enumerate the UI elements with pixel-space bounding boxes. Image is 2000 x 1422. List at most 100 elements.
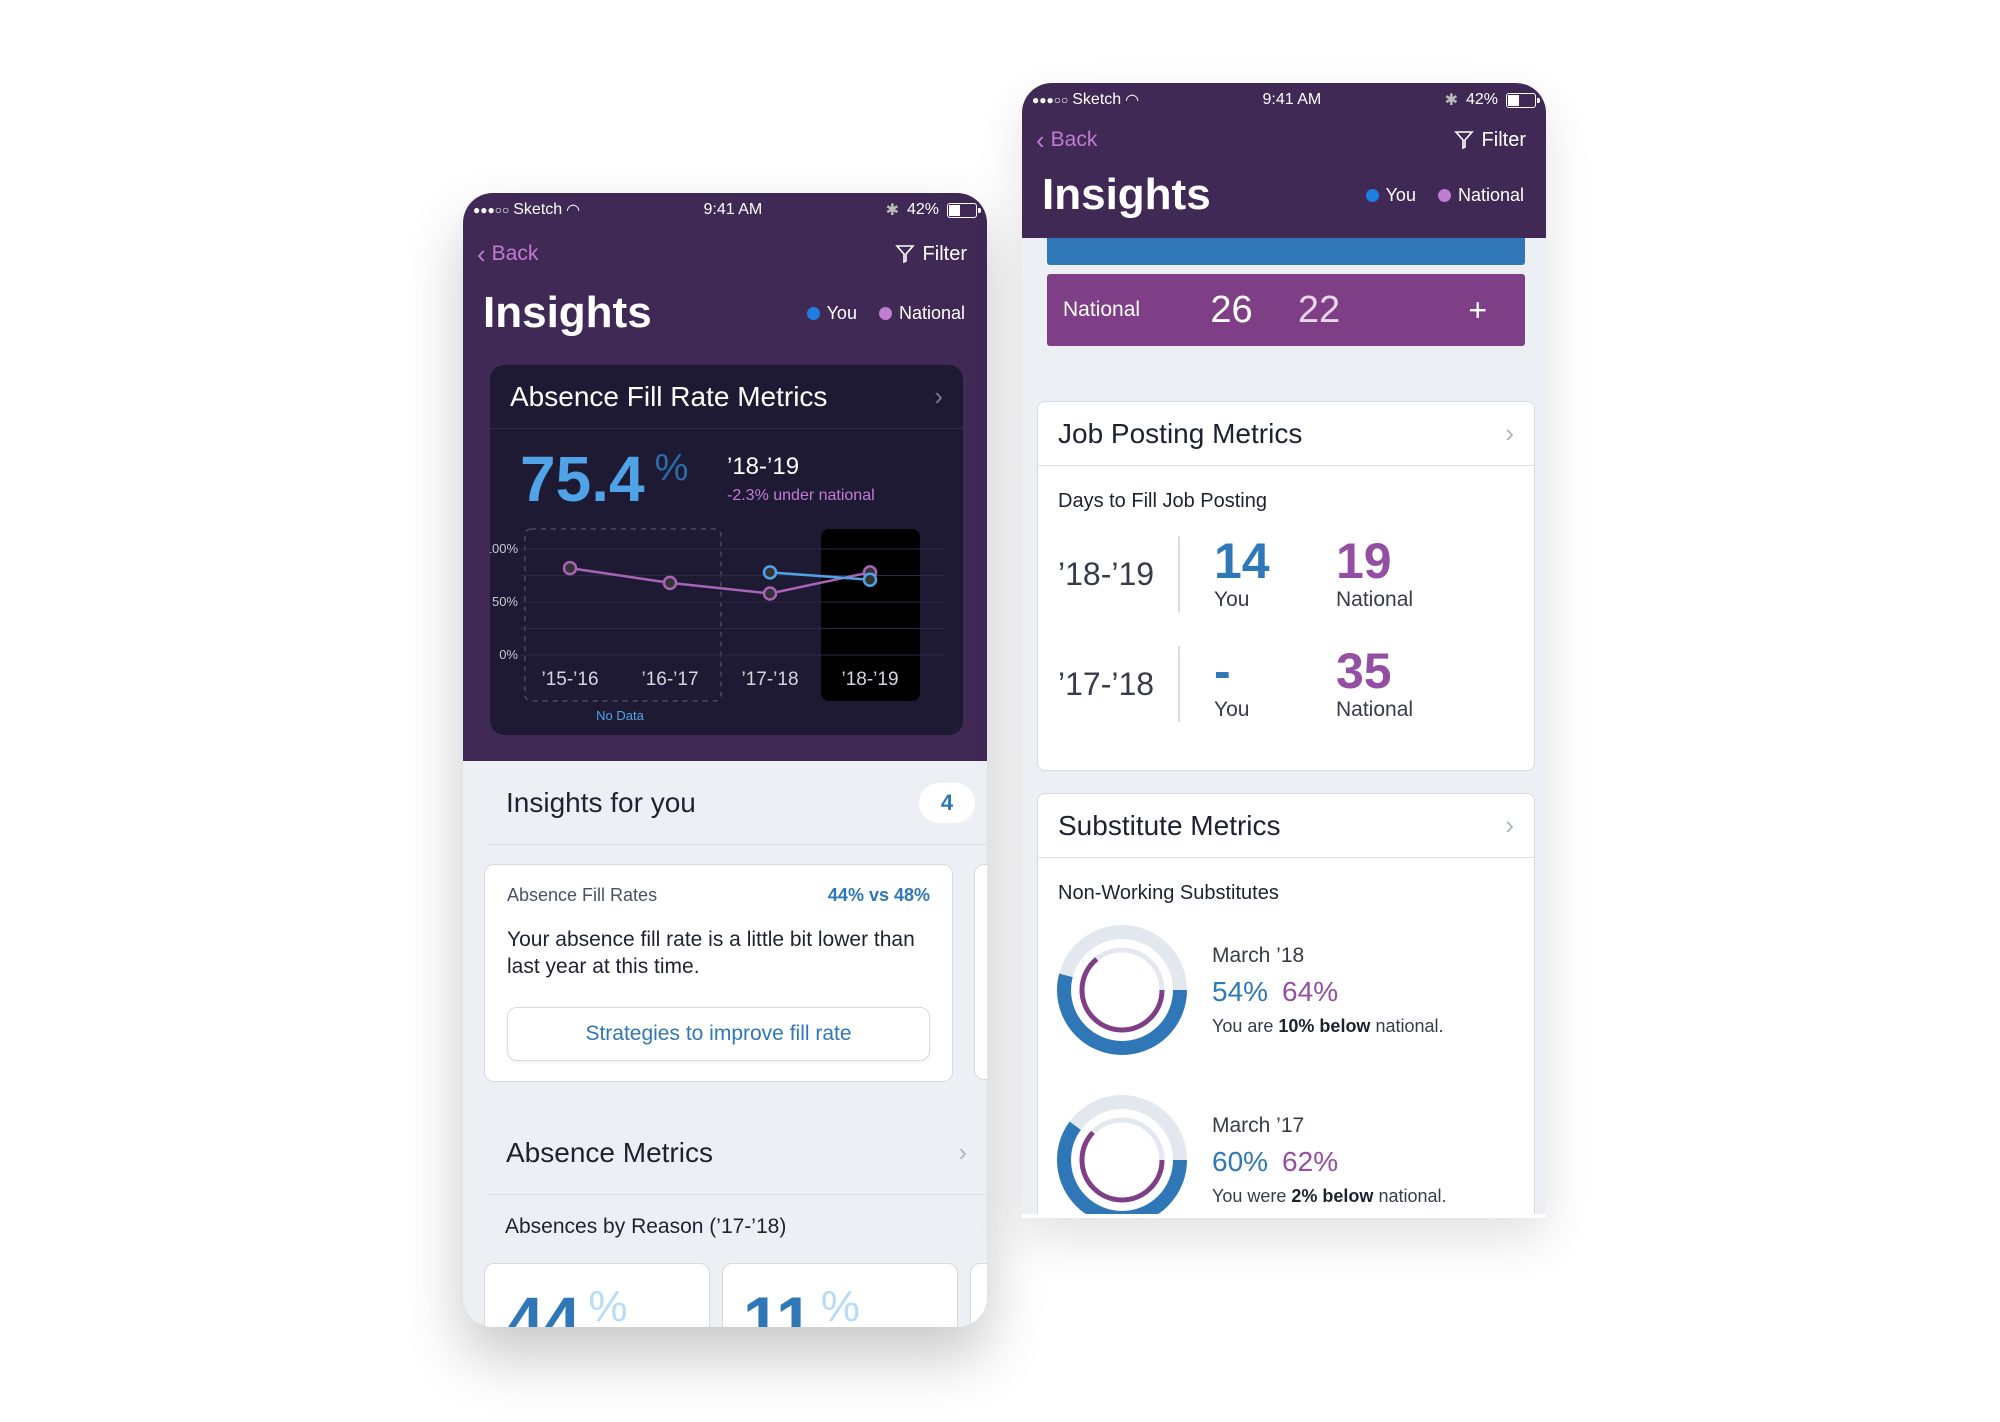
you-percent: 60%: [1212, 1145, 1269, 1177]
next-insight-card[interactable]: [974, 864, 987, 1080]
you-percent: 54%: [1212, 975, 1269, 1007]
bluetooth-icon: ✱: [885, 202, 899, 219]
national-label: National: [1336, 588, 1414, 611]
year-label: ’18-’19: [1058, 555, 1155, 592]
month-label: March ’18: [1212, 943, 1305, 967]
legend-national: National: [1437, 184, 1524, 206]
no-data-label: No Data: [596, 708, 644, 723]
chevron-right-icon[interactable]: ›: [934, 381, 943, 412]
reason-tile[interactable]: 44%: [484, 1263, 710, 1327]
phone-right: National 26 22 + Job Posting Metrics › Da…: [1022, 83, 1546, 1218]
next-tile[interactable]: [970, 1263, 987, 1327]
page-title: Insights: [483, 288, 652, 337]
expand-icon[interactable]: +: [1468, 292, 1509, 329]
back-label: Back: [1050, 128, 1098, 151]
insight-body: Your absence fill rate is a little bit l…: [507, 928, 915, 979]
filter-icon: [1453, 131, 1474, 150]
delta-label: -2.3% under national: [727, 487, 875, 504]
reason-tile[interactable]: 11%: [722, 1263, 958, 1327]
legend-label: You: [826, 302, 857, 323]
donut-chart: [1057, 1095, 1187, 1218]
insight-card[interactable]: Absence Fill Rates 44% vs 48% Your absenc…: [484, 864, 953, 1082]
tile-value: 44: [507, 1283, 581, 1327]
dot-icon: [1365, 188, 1379, 202]
divider: [1178, 646, 1180, 722]
legend-you: You: [1365, 184, 1416, 206]
x-tick-label: ’16-’17: [641, 669, 698, 690]
card-title: Absence Fill Rate Metrics: [510, 380, 828, 412]
status-bar: ●●●○○ Sketch ◠ 9:41 AM ✱ 42%: [463, 193, 987, 227]
year-label: ’17-’18: [1058, 665, 1155, 702]
note-text: national.: [1370, 1015, 1444, 1036]
back-button[interactable]: ‹ Back: [1036, 125, 1097, 156]
battery-percent: 42%: [906, 201, 939, 218]
comparison-note: You were 2% below national.: [1212, 1186, 1447, 1207]
header: ●●●○○ Sketch ◠ 9:41 AM ✱ 42% ‹ Back Filter I…: [463, 193, 987, 761]
battery-icon: [947, 202, 981, 218]
phone-left: ●●●○○ Sketch ◠ 9:41 AM ✱ 42% ‹ Back Filter I…: [463, 193, 987, 1327]
x-tick-label: ’15-’16: [541, 669, 598, 690]
legend-label: National: [898, 302, 965, 323]
carrier: Sketch: [1072, 91, 1122, 108]
national-percent: 64%: [1282, 975, 1339, 1007]
insight-comparison: 44% vs 48%: [827, 885, 930, 905]
y-tick-label: 0%: [499, 647, 518, 662]
dot-icon: [878, 306, 892, 320]
card-title: Job Posting Metrics: [1058, 417, 1303, 449]
national-value-b: 22: [1297, 288, 1341, 331]
chevron-left-icon: ‹: [1036, 124, 1045, 155]
back-label: Back: [491, 242, 539, 265]
national-value: 19: [1336, 533, 1392, 589]
signal-icon: ●●●○○: [473, 203, 510, 217]
filter-icon: [894, 245, 915, 264]
dot-icon: [806, 306, 820, 320]
donut-chart: [1057, 925, 1187, 1055]
legend-national: National: [878, 302, 965, 324]
national-row[interactable]: National 26 22 +: [1047, 274, 1525, 346]
national-value-a: 26: [1210, 288, 1253, 331]
battery-percent: 42%: [1465, 91, 1498, 108]
substitute-card[interactable]: Substitute Metrics › Non-Working Substitu…: [1037, 793, 1535, 1218]
note-text: You were: [1212, 1185, 1292, 1206]
insights-section: Insights for you 4 Absence Fill Rates 44%…: [463, 761, 987, 1327]
insight-category: Absence Fill Rates: [507, 885, 658, 905]
status-bar: ●●●○○ Sketch ◠ 9:41 AM ✱ 42%: [1022, 83, 1546, 117]
job-posting-card[interactable]: Job Posting Metrics › Days to Fill Job Po…: [1037, 401, 1535, 771]
filter-label: Filter: [922, 242, 967, 265]
legend: You National: [1365, 184, 1524, 206]
header: ●●●○○ Sketch ◠ 9:41 AM ✱ 42% ‹ Back Filter I…: [1022, 83, 1546, 238]
you-label: You: [1214, 588, 1250, 611]
dot-icon: [1437, 188, 1451, 202]
you-value: -: [1214, 643, 1231, 699]
card-subtitle: Days to Fill Job Posting: [1058, 490, 1267, 512]
card-title: Substitute Metrics: [1058, 809, 1281, 841]
legend-label: National: [1457, 184, 1524, 205]
filter-button[interactable]: Filter: [894, 242, 967, 266]
note-bold: 10% below: [1278, 1015, 1371, 1036]
clock: 9:41 AM: [703, 201, 763, 218]
comparison-note: You are 10% below national.: [1212, 1016, 1444, 1037]
data-point-national: [562, 560, 578, 576]
chevron-right-icon[interactable]: ›: [958, 1137, 967, 1168]
wifi-icon: ◠: [566, 202, 581, 219]
data-point-national: [662, 575, 678, 591]
x-tick-label: ’18-’19: [841, 669, 898, 690]
fill-rate-chart: 100% 50% 0% ’15-’16 ’16-’17 ’17-’18 ’18-’19 No …: [490, 528, 945, 723]
absence-metrics-title: Absence Metrics: [506, 1136, 713, 1168]
chevron-right-icon[interactable]: ›: [1505, 810, 1514, 841]
substitute-row: March ’17 60% 62% You were 2% below natio…: [1038, 1075, 1534, 1218]
note-bold: 2% below: [1291, 1185, 1374, 1206]
you-label: You: [1214, 698, 1250, 721]
strategies-button[interactable]: Strategies to improve fill rate: [507, 1006, 930, 1061]
absence-subtitle: Absences by Reason (’17-’18): [505, 1215, 787, 1238]
tile-value: 11: [743, 1283, 813, 1327]
fill-rate-card[interactable]: Absence Fill Rate Metrics › 75.4% ’18-’19…: [490, 365, 963, 735]
carrier: Sketch: [513, 201, 563, 218]
back-button[interactable]: ‹ Back: [477, 239, 538, 270]
y-tick-label: 50%: [492, 594, 518, 609]
note-text: national.: [1373, 1185, 1447, 1206]
tile-unit: %: [820, 1282, 860, 1327]
chevron-right-icon[interactable]: ›: [1505, 418, 1514, 449]
filter-button[interactable]: Filter: [1453, 129, 1526, 152]
legend-label: You: [1385, 184, 1416, 205]
